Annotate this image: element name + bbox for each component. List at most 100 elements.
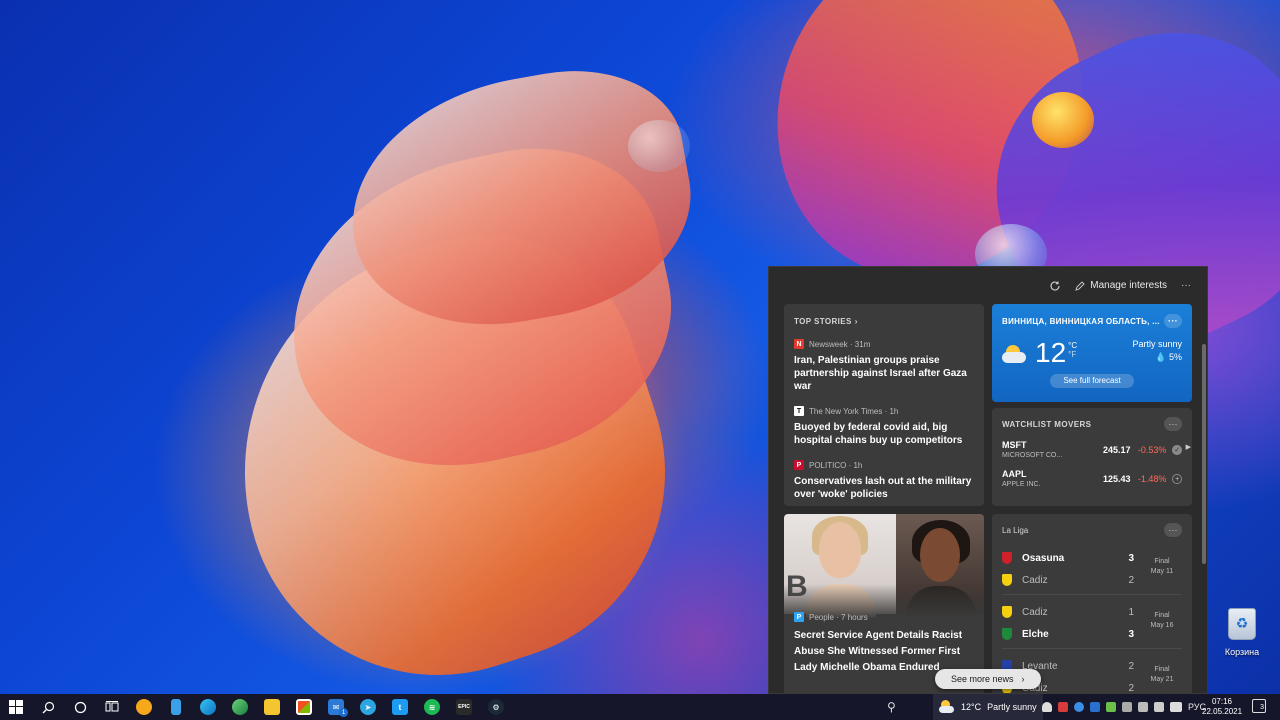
taskbar-steam[interactable]: ⚙ xyxy=(480,694,512,720)
edge-icon xyxy=(200,699,216,715)
clock-date: 22.05.2021 xyxy=(1202,707,1243,716)
stock-ticker: MSFT xyxy=(1002,440,1027,450)
wallpaper-bubble xyxy=(628,120,690,172)
match-row[interactable]: Osasuna 3 Cadiz 2 Final May 11 xyxy=(1002,547,1182,595)
next-arrow-icon[interactable]: ▶ xyxy=(1186,443,1191,451)
clock[interactable]: 07:16 22.05.2021 xyxy=(1202,697,1242,717)
politico-logo-icon: P xyxy=(794,460,804,470)
taskbar-weather-text: Partly sunny xyxy=(987,702,1037,712)
stock-ticker: AAPL xyxy=(1002,469,1027,479)
newsweek-logo-icon: N xyxy=(794,339,804,349)
chevron-right-icon: › xyxy=(1021,674,1025,684)
story-source: People · 7 hours xyxy=(809,612,868,622)
refresh-icon xyxy=(1050,280,1060,291)
weather-location: ВИННИЦА, ВИННИЦКАЯ ОБЛАСТЬ, ... xyxy=(1002,316,1160,326)
taskbar-app-orange[interactable] xyxy=(128,694,160,720)
news-interests-panel: Manage interests ··· TOP STORIES › N New… xyxy=(768,266,1208,694)
weather-temperature: 12 xyxy=(1035,337,1067,368)
system-tray: РУС xyxy=(1042,694,1206,720)
tray-app-icon[interactable] xyxy=(1058,702,1068,712)
watchlist-more-button[interactable]: ··· xyxy=(1164,417,1182,431)
app-orange-icon xyxy=(136,699,152,715)
cortana-button[interactable] xyxy=(64,694,96,720)
see-full-forecast-button[interactable]: See full forecast xyxy=(1050,374,1134,388)
search-icon xyxy=(42,701,54,713)
story-item[interactable]: P POLITICO · 1h Conservatives lash out a… xyxy=(794,460,974,501)
stock-change: -0.53% xyxy=(1137,445,1167,455)
laliga-title: La Liga xyxy=(1002,525,1029,535)
check-icon[interactable]: ✓ xyxy=(1172,445,1182,455)
weather-card[interactable]: ВИННИЦА, ВИННИЦКАЯ ОБЛАСТЬ, ... ··· 12 °… xyxy=(992,304,1192,402)
taskbar-epic-games[interactable]: EPIC xyxy=(448,694,480,720)
twitter-icon: t xyxy=(392,699,408,715)
panel-scrollbar[interactable] xyxy=(1202,344,1206,564)
tray-app-icon[interactable] xyxy=(1074,702,1084,712)
taskbar-edge[interactable] xyxy=(192,694,224,720)
panel-header: Manage interests ··· xyxy=(769,267,1207,304)
recycle-bin-label: Корзина xyxy=(1224,647,1260,657)
refresh-button[interactable] xyxy=(1049,280,1061,292)
taskbar-telegram[interactable]: ➤ xyxy=(352,694,384,720)
folder-icon xyxy=(264,699,280,715)
story-item[interactable]: N Newsweek · 31m Iran, Palestinian group… xyxy=(794,339,974,393)
taskbar-twitter[interactable]: t xyxy=(384,694,416,720)
cortana-circle-icon xyxy=(74,701,86,713)
people-icon[interactable]: ⚲ xyxy=(887,700,896,714)
taskbar-weather-temp: 12°C xyxy=(961,702,982,712)
story-source: The New York Times · 1h xyxy=(809,406,899,416)
recycle-bin-desktop-icon[interactable]: Корзина xyxy=(1218,608,1266,660)
laliga-more-button[interactable]: ··· xyxy=(1164,523,1182,537)
story-item[interactable]: T The New York Times · 1h Buoyed by fede… xyxy=(794,406,974,447)
watchlist-title: WATCHLIST MOVERS xyxy=(1002,419,1092,429)
mail-badge: 1 xyxy=(339,708,348,717)
weather-condition: Partly sunny xyxy=(1132,339,1182,349)
task-view-button[interactable] xyxy=(96,694,128,720)
match-row[interactable]: Cadiz 1 Elche 3 Final May 16 xyxy=(1002,601,1182,649)
pen-icon[interactable] xyxy=(1154,702,1164,712)
see-more-news-button[interactable]: See more news › xyxy=(935,669,1041,689)
network-icon[interactable] xyxy=(1122,702,1132,712)
volume-icon[interactable] xyxy=(1138,702,1148,712)
taskbar-store[interactable] xyxy=(288,694,320,720)
nvidia-icon[interactable] xyxy=(1106,702,1116,712)
osasuna-crest-icon xyxy=(1002,552,1012,564)
taskbar-spotify[interactable]: ≋ xyxy=(416,694,448,720)
edge-dev-icon xyxy=(232,699,248,715)
steam-icon: ⚙ xyxy=(488,699,504,715)
nyt-logo-icon: T xyxy=(794,406,804,416)
taskbar-weather-button[interactable]: 12°C Partly sunny xyxy=(933,694,1043,720)
more-icon: ··· xyxy=(1181,280,1191,291)
notepad-icon xyxy=(171,699,181,715)
taskbar: ✉ 1 ➤ t ≋ EPIC ⚙ ⚲ 12°C Partly sunny РУС … xyxy=(0,694,1280,720)
taskbar-mail[interactable]: ✉ 1 xyxy=(320,694,352,720)
stock-company: MICROSOFT CO... xyxy=(1002,452,1063,459)
notification-center-button[interactable]: 3 xyxy=(1252,699,1266,713)
battery-icon[interactable] xyxy=(1170,702,1182,712)
weather-more-button[interactable]: ··· xyxy=(1164,314,1182,328)
manage-interests-button[interactable]: Manage interests xyxy=(1075,280,1167,291)
partly-sunny-icon xyxy=(939,700,955,714)
stock-row[interactable]: AAPL APPLE INC. 125.43 -1.48% + xyxy=(1002,469,1182,489)
watchlist-card: WATCHLIST MOVERS ··· MSFT MICROSOFT CO..… xyxy=(992,408,1192,506)
stock-row[interactable]: MSFT MICROSOFT CO... 245.17 -0.53% ✓ ▶ xyxy=(1002,440,1191,460)
stock-price: 125.43 xyxy=(1102,474,1131,484)
add-icon[interactable]: + xyxy=(1172,474,1182,484)
start-button[interactable] xyxy=(0,694,32,720)
pencil-icon xyxy=(1075,280,1085,291)
taskbar-edge-dev[interactable] xyxy=(224,694,256,720)
onedrive-icon[interactable] xyxy=(1042,702,1052,712)
temperature-units[interactable]: °C °F xyxy=(1068,341,1077,359)
taskbar-file-explorer[interactable] xyxy=(256,694,288,720)
story-source: Newsweek · 31m xyxy=(809,339,871,349)
spotify-icon: ≋ xyxy=(424,699,440,715)
top-stories-title[interactable]: TOP STORIES › xyxy=(794,317,974,326)
windows-logo-icon xyxy=(9,700,23,714)
wallpaper-bubble xyxy=(1032,92,1094,148)
image-news-card[interactable]: B P People · 7 hours Secret Service Agen… xyxy=(784,514,984,693)
taskbar-app-notepad[interactable] xyxy=(160,694,192,720)
more-options-button[interactable]: ··· xyxy=(1181,280,1191,291)
panel-feed[interactable]: TOP STORIES › N Newsweek · 31m Iran, Pal… xyxy=(769,304,1207,693)
search-button[interactable] xyxy=(32,694,64,720)
story-title: Conservatives lash out at the military o… xyxy=(794,476,972,500)
bluetooth-icon[interactable] xyxy=(1090,702,1100,712)
